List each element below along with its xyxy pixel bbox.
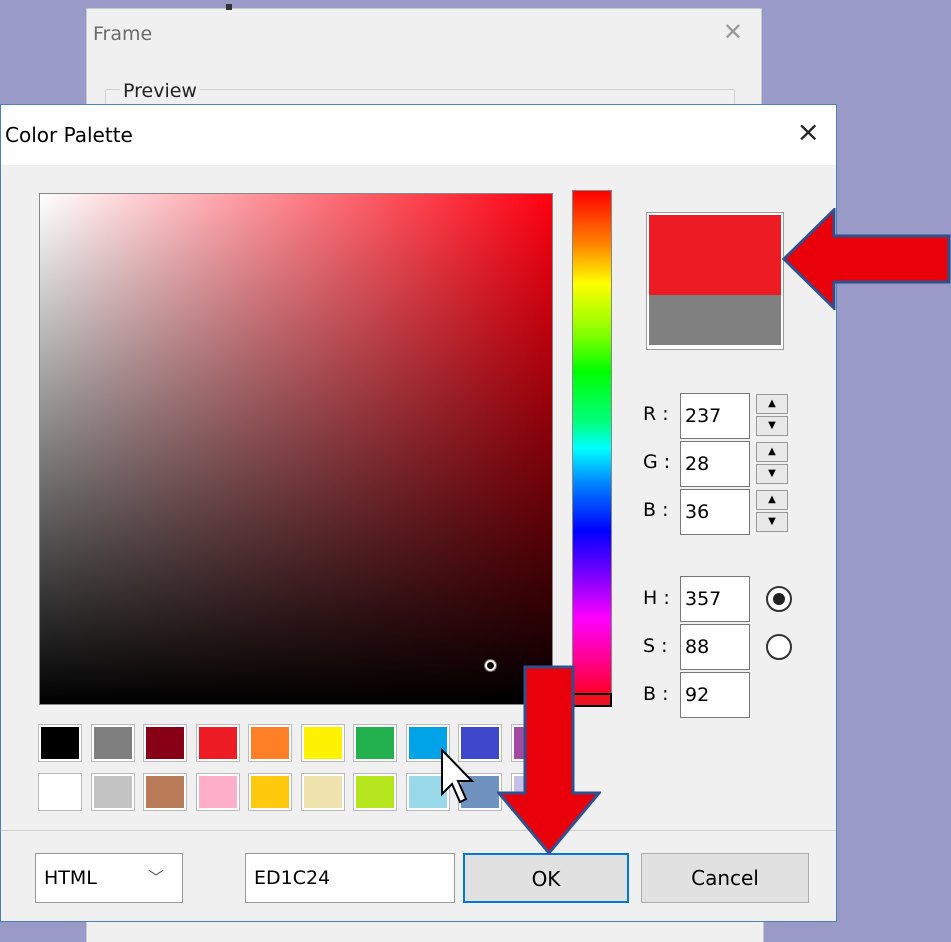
preview-label: Preview (120, 80, 200, 102)
chevron-down-icon: ﹀ (147, 868, 164, 887)
color-swatch[interactable] (38, 724, 82, 762)
b-label: B : (643, 499, 669, 521)
color-swatch[interactable] (195, 724, 240, 762)
color-swatch[interactable] (353, 724, 397, 762)
r-up-icon[interactable]: ▲ (756, 394, 788, 414)
r-label: R : (643, 403, 669, 425)
format-select-value: HTML (44, 867, 97, 889)
s-radio[interactable] (766, 634, 792, 660)
format-select[interactable]: HTML ﹀ (35, 853, 183, 903)
color-swatch[interactable] (195, 773, 240, 811)
g-label: G : (643, 451, 671, 473)
frame-window: Frame ✕ Preview (86, 8, 762, 130)
color-swatch[interactable] (143, 773, 187, 811)
cancel-button[interactable]: Cancel (641, 853, 809, 903)
b-up-icon[interactable]: ▲ (756, 490, 788, 510)
brightness-field[interactable]: 92 (680, 672, 750, 718)
g-field[interactable]: 28 (680, 441, 750, 487)
h-label: H : (643, 587, 670, 609)
r-field[interactable]: 237 (680, 393, 750, 439)
r-spinner[interactable]: ▲ ▼ (756, 394, 788, 438)
h-radio[interactable] (766, 586, 792, 612)
h-field[interactable]: 357 (680, 576, 750, 622)
color-swatch[interactable] (143, 724, 187, 762)
color-palette-dialog: Color Palette × R : 237 ▲ ▼ G : 28 ▲ ▼ B :… (0, 104, 837, 922)
dialog-title: Color Palette (5, 123, 133, 147)
color-swatch[interactable] (300, 773, 345, 811)
color-swatch[interactable] (248, 724, 292, 762)
color-swatch[interactable] (38, 773, 82, 811)
ok-button[interactable]: OK (463, 853, 629, 903)
b-field[interactable]: 36 (680, 489, 750, 535)
color-preview (646, 212, 784, 350)
color-swatch[interactable] (90, 773, 135, 811)
frame-close-icon[interactable]: ✕ (723, 18, 743, 46)
hue-slider[interactable] (572, 190, 612, 707)
color-selection-marker[interactable] (485, 660, 496, 671)
s-label: S : (643, 635, 668, 657)
close-icon[interactable]: × (797, 117, 820, 147)
annotation-arrow-left-icon (782, 208, 951, 310)
window-edge-mark (226, 4, 232, 10)
s-field[interactable]: 88 (680, 624, 750, 670)
brightness-label: B : (643, 683, 669, 705)
color-swatch[interactable] (353, 773, 397, 811)
g-up-icon[interactable]: ▲ (756, 442, 788, 462)
saturation-brightness-picker[interactable] (39, 193, 553, 705)
mouse-cursor-icon (441, 748, 475, 804)
g-spinner[interactable]: ▲ ▼ (756, 442, 788, 486)
g-down-icon[interactable]: ▼ (756, 464, 788, 484)
color-swatch[interactable] (248, 773, 292, 811)
new-color-preview (649, 215, 781, 295)
old-color-preview (649, 295, 781, 345)
annotation-arrow-down-icon (497, 665, 601, 855)
footer-separator (1, 830, 836, 831)
frame-window-title: Frame (93, 23, 153, 45)
r-down-icon[interactable]: ▼ (756, 416, 788, 436)
b-spinner[interactable]: ▲ ▼ (756, 490, 788, 534)
b-down-icon[interactable]: ▼ (756, 512, 788, 532)
hex-input[interactable]: ED1C24 (245, 853, 455, 903)
dialog-titlebar: Color Palette × (1, 105, 836, 165)
color-swatch[interactable] (300, 724, 345, 762)
color-swatch[interactable] (90, 724, 135, 762)
frame-window-bottom (86, 922, 764, 942)
